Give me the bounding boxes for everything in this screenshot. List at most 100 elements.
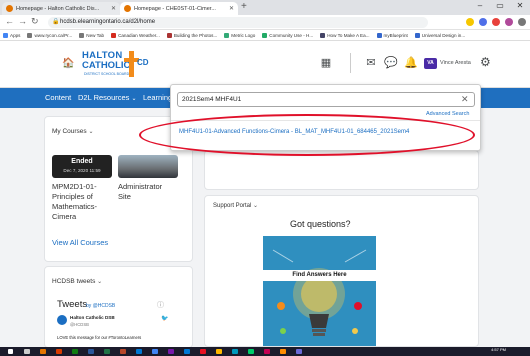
globe-icon [27,32,33,38]
advanced-search-link[interactable]: Advanced Search [426,111,469,117]
windows-start-icon[interactable] [8,349,13,354]
gear-icon[interactable]: ⚙ [480,55,491,69]
find-answers-banner: Find Answers Here [263,270,376,281]
chat-bubble-icon[interactable]: 💬 [384,56,398,70]
tab-favicon-icon [124,5,131,12]
maximize-button[interactable]: ▭ [490,0,510,12]
tab-close-icon[interactable]: ✕ [111,5,116,12]
course-image [118,155,178,178]
tweet-author: Halton Catholic DSB [70,315,115,320]
apps-icon [3,32,8,38]
support-heading: Got questions? [290,219,351,229]
nav-item-learning[interactable]: Learning [143,93,172,102]
bookmark-icon [320,32,326,38]
back-icon[interactable]: ← [5,16,14,26]
bookmarks-bar: Apps www.rycon.ca/Pr... New Tab Canadian… [0,30,530,41]
nav-item-d2l-resources[interactable]: D2L Resources ⌄ [78,93,137,102]
bookmark-item[interactable]: myBlueprint [376,32,408,38]
bookmark-item[interactable]: Apps [3,32,20,38]
browser-tab-strip: Homepage - Halton Catholic Dis... ✕ Home… [0,0,530,15]
tab-title: Homepage - Halton Catholic Dis... [16,5,100,12]
course-search-input[interactable]: 2021Sem4 MHF4U1 [177,92,475,107]
my-courses-title[interactable]: My Courses ⌄ [52,128,94,135]
info-icon[interactable]: ⓘ [157,300,164,310]
app-icon[interactable] [296,349,302,354]
tweet-text: LOVE this message for our #TorontoLearne… [57,335,142,340]
notification-bell-icon[interactable]: 🔔 [404,56,418,70]
extension-icon[interactable] [492,18,500,26]
star-icon[interactable] [466,18,474,26]
forward-icon[interactable]: → [18,16,27,26]
header-divider [350,53,351,73]
message-envelope-icon[interactable]: ✉ [364,56,378,70]
avatar[interactable]: VA [424,58,437,69]
school-logo[interactable]: HALTON CATHOLIC DISTRICT SCHOOL BOARD CD [82,48,154,82]
app-icon[interactable] [104,349,110,354]
browser-tab-1[interactable]: Homepage - Halton Catholic Dis... ✕ [2,2,120,15]
app-icon[interactable] [184,349,190,354]
app-icon[interactable] [280,349,286,354]
url-text: hcdsb.elearningontario.ca/d2l/home [60,19,156,25]
app-icon[interactable] [72,349,78,354]
app-icon[interactable] [264,349,270,354]
d2l-header: 🏠 HALTON CATHOLIC DISTRICT SCHOOL BOARD … [0,41,530,88]
tab-favicon-icon [6,5,13,12]
app-icon[interactable] [232,349,238,354]
maple-leaf-icon [111,32,117,38]
bookmark-item[interactable]: How To Make A Ea... [320,32,370,38]
tweets-widget-title[interactable]: HCDSB tweets ⌄ [52,278,102,285]
bookmark-icon [414,32,420,38]
tab-close-icon[interactable]: ✕ [229,5,234,12]
ended-badge: Ended [71,158,93,165]
tweets-heading: Tweets [57,299,88,310]
minimize-button[interactable]: – [470,0,490,12]
bookmark-item[interactable]: Community Use - H... [262,32,313,38]
bookmark-item[interactable]: Building the Photos... [166,32,217,38]
support-portal-poster[interactable]: Find Answers Here [263,236,376,346]
chevron-down-icon: ⌄ [88,129,94,135]
app-icon[interactable] [88,349,94,354]
app-icon[interactable] [200,349,206,354]
course-name[interactable]: Administrator Site [118,182,162,202]
course-ended-image: Ended Dec 7, 2020 11:59 [52,155,112,178]
chevron-down-icon: ⌄ [97,279,103,285]
profile-icon[interactable] [518,18,526,26]
bookmark-item[interactable]: www.rycon.ca/Pr... [27,32,72,38]
extension-icon[interactable] [505,18,513,26]
app-icon[interactable] [120,349,126,354]
user-name[interactable]: Vince Aresta [440,60,471,66]
reload-icon[interactable]: ↻ [31,16,39,27]
browser-tab-2[interactable]: Homepage - CHE0ST-01-Cimer... ✕ [120,2,238,15]
bookmark-item[interactable]: Universal Design in... [414,32,465,38]
view-all-courses-link[interactable]: View All Courses [52,238,108,247]
course-name[interactable]: MPM2D1-01- Principles of Mathematics- Ci… [52,182,97,222]
home-icon[interactable]: 🏠 [62,58,74,69]
taskbar-clock[interactable]: 4:57 PM [491,348,506,352]
bookmark-item[interactable]: Canadian Weather... [111,32,160,38]
course-selector-grid-icon[interactable]: ▦ [319,56,333,70]
app-icon[interactable] [216,349,222,354]
bookmark-item[interactable]: New Tab [79,32,104,38]
app-icon[interactable] [56,349,62,354]
support-portal-title[interactable]: Support Portal ⌄ [213,202,258,209]
url-bar[interactable]: 🔒 hcdsb.elearningontario.ca/d2l/home [48,17,428,28]
lock-icon: 🔒 [52,19,60,25]
new-tab-button[interactable]: + [241,1,247,12]
chrome-icon[interactable] [152,349,158,354]
chevron-down-icon: ⌄ [253,203,259,209]
file-explorer-icon[interactable] [40,349,46,354]
extension-icon[interactable] [479,18,487,26]
bookmark-icon [166,32,172,38]
search-icon[interactable] [24,349,30,354]
nav-item-content[interactable]: Content [45,93,71,102]
app-icon[interactable] [168,349,174,354]
app-icon[interactable] [136,349,142,354]
chevron-down-icon: ⌄ [131,96,137,102]
window-controls: – ▭ ✕ [470,0,530,12]
globe-icon [79,32,85,38]
clear-search-icon[interactable]: ✕ [461,94,469,105]
bookmark-item[interactable]: Metric Logo [224,32,255,38]
app-icon[interactable] [248,349,254,354]
tweets-by-link[interactable]: by @HCDSB [86,303,115,309]
close-window-button[interactable]: ✕ [510,0,530,12]
